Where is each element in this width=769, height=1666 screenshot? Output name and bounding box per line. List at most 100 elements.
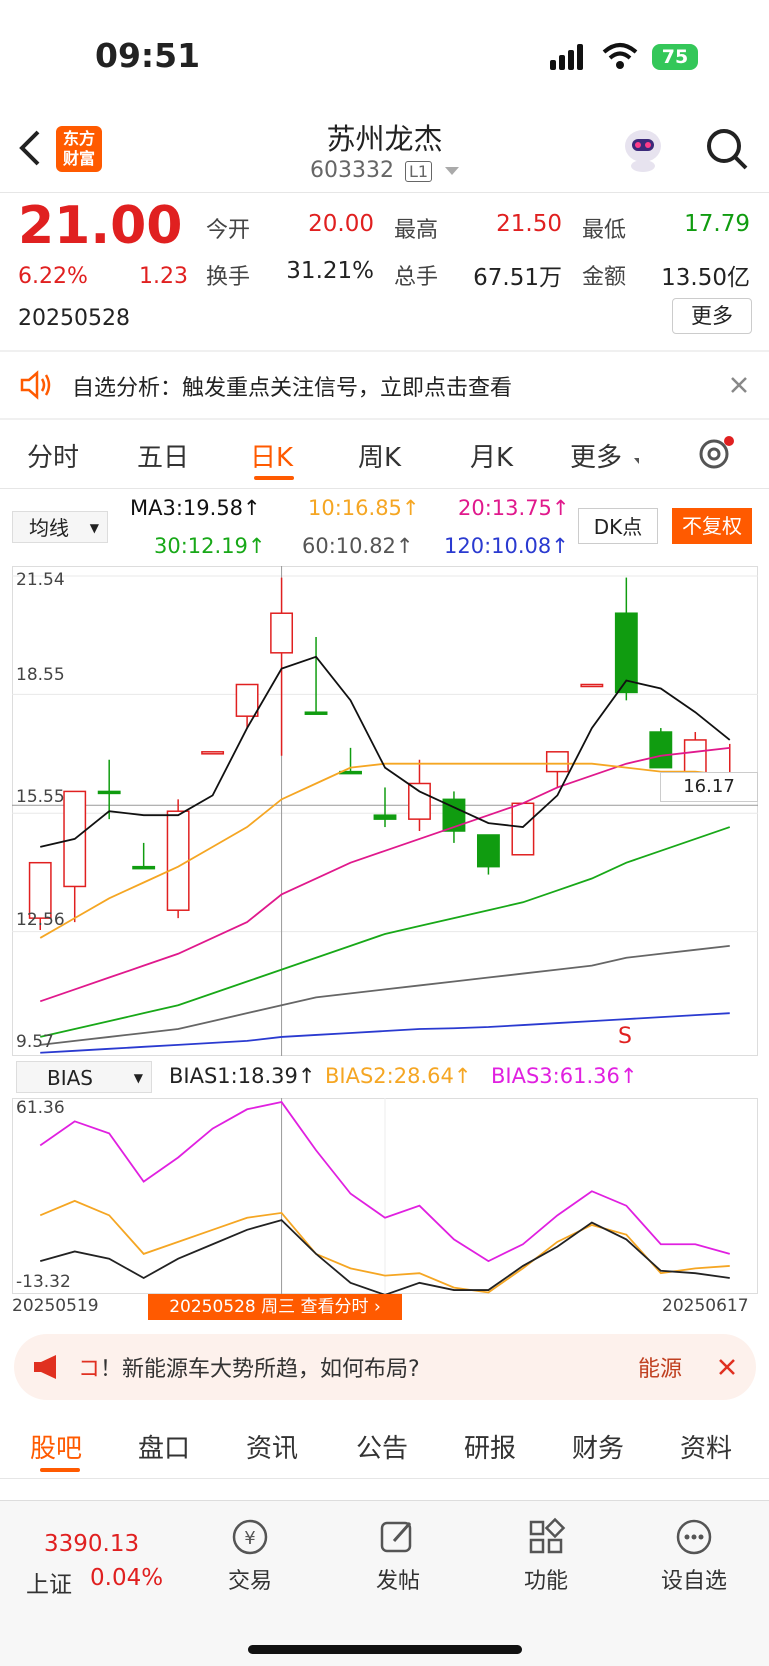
- ma20-line: [39, 746, 730, 1003]
- index-value: 3390.13: [44, 1531, 140, 1557]
- tab-finance[interactable]: 财务: [572, 1428, 624, 1465]
- tab-announcement[interactable]: 公告: [356, 1428, 408, 1465]
- close-icon[interactable]: [730, 376, 748, 394]
- candle-body: [235, 683, 259, 717]
- open-value: 20.00: [308, 211, 374, 237]
- candle-body: [132, 865, 156, 870]
- megaphone-icon: [34, 1355, 56, 1379]
- tab-news[interactable]: 资讯: [246, 1428, 298, 1465]
- amount-label: 金额: [582, 265, 627, 290]
- tab-daily-k[interactable]: 日K: [250, 437, 293, 474]
- wifi-icon: [602, 43, 638, 69]
- change-amount: 1.23: [139, 264, 188, 289]
- yen-icon: ¥: [232, 1519, 268, 1555]
- notice-text: 自选分析：触发重点关注信号，立即点击查看: [72, 376, 513, 401]
- tab-more[interactable]: 更多: [570, 437, 622, 474]
- chevron-down-icon: [445, 167, 460, 175]
- clock: 09:51: [95, 36, 201, 75]
- volume-label: 总手: [394, 265, 439, 290]
- ad-mark: コ: [78, 1357, 101, 1382]
- candle-body: [476, 834, 500, 868]
- ma10-legend: 10:16.85↑: [308, 496, 420, 520]
- index-change: 0.04%: [90, 1565, 164, 1591]
- tab-profile[interactable]: 资料: [680, 1428, 732, 1465]
- ad-text: ！新能源车大势所趋，如何布局?: [100, 1357, 420, 1382]
- y-tick-label: 21.54: [16, 570, 65, 590]
- bias-chart[interactable]: [12, 1098, 758, 1294]
- change-pct: 6.22%: [18, 264, 88, 289]
- tab-indicator: [254, 476, 294, 480]
- ma3-legend: MA3:19.58↑: [130, 496, 261, 520]
- candle-body: [304, 711, 328, 715]
- high-value: 21.50: [496, 211, 562, 237]
- candle-body: [97, 790, 121, 795]
- y-tick-label: 18.55: [16, 665, 65, 685]
- tab-pankou[interactable]: 盘口: [138, 1428, 190, 1465]
- search-icon[interactable]: [704, 126, 750, 172]
- candlestick-chart[interactable]: [12, 566, 758, 1056]
- nav-trade[interactable]: ¥ 交易: [212, 1517, 288, 1595]
- nav-add-watchlist[interactable]: 设自选: [656, 1517, 732, 1595]
- y-tick-label: 12.56: [16, 910, 65, 930]
- price-adjust-button[interactable]: 不复权: [672, 508, 752, 544]
- stock-code: 603332: [309, 158, 394, 183]
- cursor-date-button[interactable]: 20250528 周三 查看分时 ›: [148, 1294, 402, 1320]
- close-ad-icon[interactable]: [718, 1358, 736, 1376]
- tab-guba[interactable]: 股吧: [30, 1428, 82, 1465]
- ad-banner[interactable]: コ ！新能源车大势所趋，如何布局? 能源: [14, 1334, 756, 1400]
- low-label: 最低: [582, 218, 627, 243]
- open-label: 今开: [206, 218, 251, 243]
- tab-five-day[interactable]: 五日: [137, 437, 189, 474]
- cursor-price-label: 16.17: [660, 772, 758, 802]
- bias-tick-label: 61.36: [16, 1098, 65, 1118]
- nav-post[interactable]: 发帖: [360, 1517, 436, 1595]
- tab-intraday[interactable]: 分时: [27, 437, 79, 474]
- gear-icon[interactable]: [696, 434, 736, 474]
- status-bar: 09:51 75: [0, 0, 769, 110]
- bias-tick-label: -13.32: [16, 1272, 71, 1292]
- ma60-legend: 60:10.82↑: [302, 534, 414, 558]
- tab-monthly-k[interactable]: 月K: [470, 437, 513, 474]
- x-end-label: 20250617: [662, 1296, 749, 1316]
- bottom-nav: 3390.13 上证 0.04% ¥ 交易 发帖 功能 设自选: [0, 1500, 769, 1666]
- volume-value: 67.51万: [473, 265, 562, 291]
- x-start-label: 20250519: [12, 1296, 99, 1316]
- quote-date: 20250528: [18, 306, 130, 331]
- turnover-label: 换手: [206, 265, 251, 290]
- svg-text:¥: ¥: [244, 1528, 255, 1549]
- bias-select[interactable]: BIAS ▼: [16, 1061, 152, 1093]
- candle-body: [649, 731, 673, 769]
- home-indicator: [248, 1645, 522, 1654]
- candle-body: [270, 612, 294, 654]
- signal-icon: [550, 44, 583, 70]
- more-dots-icon: [676, 1519, 712, 1555]
- high-label: 最高: [394, 218, 439, 243]
- y-tick-label: 15.55: [16, 787, 65, 807]
- nav-functions[interactable]: 功能: [508, 1517, 584, 1595]
- last-price: 21.00: [18, 196, 183, 256]
- notice-bar[interactable]: 自选分析：触发重点关注信号，立即点击查看: [0, 352, 769, 418]
- speaker-icon: [20, 370, 51, 400]
- sell-signal: S: [618, 1024, 632, 1049]
- dk-point-select[interactable]: DK点: [578, 508, 658, 544]
- y-tick-label: 9.57: [16, 1032, 54, 1052]
- robot-assistant-icon[interactable]: [618, 124, 668, 174]
- more-quote-button[interactable]: 更多: [672, 298, 752, 334]
- ma30-legend: 30:12.19↑: [154, 534, 266, 558]
- candle-body: [373, 814, 397, 820]
- edit-icon: [380, 1521, 412, 1553]
- candle-body: [580, 683, 604, 688]
- candle-body: [511, 802, 535, 856]
- candle-body: [545, 751, 569, 773]
- app-header: 东方 财富 苏州龙杰 603332 L1: [0, 110, 769, 192]
- tab-research[interactable]: 研报: [464, 1428, 516, 1465]
- amount-value: 13.50亿: [661, 265, 750, 291]
- candle-body: [201, 751, 225, 755]
- bias1-legend: BIAS1:18.39↑: [169, 1064, 316, 1088]
- tab-weekly-k[interactable]: 周K: [358, 437, 401, 474]
- ma120-legend: 120:10.08↑: [444, 534, 569, 558]
- ad-tag: 能源: [638, 1357, 683, 1382]
- low-value: 17.79: [684, 211, 750, 237]
- index-name: 上证: [26, 1572, 72, 1598]
- ma-select[interactable]: 均线 ▼: [12, 511, 108, 543]
